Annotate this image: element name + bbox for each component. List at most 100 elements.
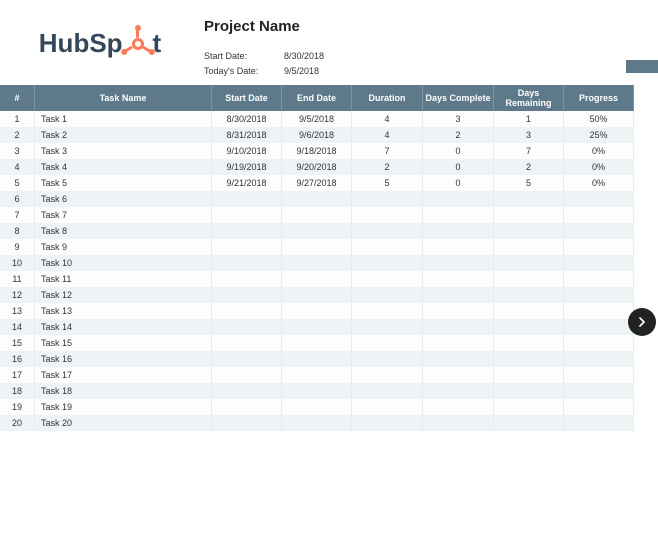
table-row: 13Task 13 [0, 303, 634, 319]
cell-dur [352, 351, 423, 367]
cell-n: 14 [0, 319, 35, 335]
table-row: 17Task 17 [0, 367, 634, 383]
cell-dc [423, 367, 494, 383]
cell-end [282, 207, 352, 223]
cell-start [212, 399, 282, 415]
cell-dur [352, 303, 423, 319]
title-block: Project Name Start Date: 8/30/2018 Today… [200, 10, 344, 79]
cell-dr [494, 367, 564, 383]
cell-dr: 7 [494, 143, 564, 159]
cell-name: Task 3 [35, 143, 212, 159]
cell-dc [423, 319, 494, 335]
col-end: End Date [282, 85, 352, 111]
cell-prog: 25% [564, 127, 634, 143]
table-row: 19Task 19 [0, 399, 634, 415]
cell-end: 9/27/2018 [282, 175, 352, 191]
cell-prog: 0% [564, 175, 634, 191]
cell-name: Task 11 [35, 271, 212, 287]
cell-end [282, 239, 352, 255]
cell-dc [423, 223, 494, 239]
cell-dur [352, 255, 423, 271]
cell-end [282, 319, 352, 335]
cell-end: 9/18/2018 [282, 143, 352, 159]
table-row: 10Task 10 [0, 255, 634, 271]
cell-dur [352, 191, 423, 207]
table-row: 9Task 9 [0, 239, 634, 255]
cell-name: Task 9 [35, 239, 212, 255]
cell-end [282, 191, 352, 207]
cell-dr [494, 223, 564, 239]
cell-prog: 0% [564, 159, 634, 175]
cell-dc [423, 383, 494, 399]
cell-dr: 5 [494, 175, 564, 191]
table-header-row: # Task Name Start Date End Date Duration… [0, 85, 634, 111]
col-daysrem: Days Remaining [494, 85, 564, 111]
cell-prog [564, 271, 634, 287]
cell-dr [494, 255, 564, 271]
table-row: 18Task 18 [0, 383, 634, 399]
cell-dur [352, 415, 423, 431]
cell-dur [352, 239, 423, 255]
cell-dur: 7 [352, 143, 423, 159]
cell-dur [352, 207, 423, 223]
table-row: 11Task 11 [0, 271, 634, 287]
cell-start: 9/21/2018 [212, 175, 282, 191]
cell-start [212, 223, 282, 239]
cell-name: Task 16 [35, 351, 212, 367]
col-taskname: Task Name [35, 85, 212, 111]
cell-dc [423, 191, 494, 207]
cell-end [282, 351, 352, 367]
cell-dr [494, 239, 564, 255]
cell-dr [494, 399, 564, 415]
table-row: 14Task 14 [0, 319, 634, 335]
cell-name: Task 14 [35, 319, 212, 335]
cell-prog [564, 319, 634, 335]
cell-prog [564, 191, 634, 207]
col-index: # [0, 85, 35, 111]
cell-end [282, 303, 352, 319]
today-date-value: 9/5/2018 [284, 64, 344, 79]
cell-dur [352, 383, 423, 399]
cell-prog [564, 351, 634, 367]
cell-start [212, 255, 282, 271]
cell-dc: 3 [423, 111, 494, 127]
cell-name: Task 8 [35, 223, 212, 239]
cell-start [212, 319, 282, 335]
cell-name: Task 1 [35, 111, 212, 127]
cell-start [212, 415, 282, 431]
cell-n: 7 [0, 207, 35, 223]
col-dayscomp: Days Complete [423, 85, 494, 111]
cell-prog [564, 255, 634, 271]
cell-prog [564, 399, 634, 415]
cell-name: Task 20 [35, 415, 212, 431]
cell-dc [423, 335, 494, 351]
cell-n: 11 [0, 271, 35, 287]
cell-dur [352, 223, 423, 239]
cell-dc [423, 303, 494, 319]
cell-dur: 2 [352, 159, 423, 175]
cell-end [282, 287, 352, 303]
cell-dr: 2 [494, 159, 564, 175]
cell-n: 13 [0, 303, 35, 319]
cell-dc: 2 [423, 127, 494, 143]
cell-start [212, 239, 282, 255]
cell-dc: 0 [423, 159, 494, 175]
cell-prog [564, 367, 634, 383]
cell-prog [564, 415, 634, 431]
next-button[interactable] [628, 308, 656, 336]
logo-text-left: HubSp [39, 28, 123, 59]
cell-n: 19 [0, 399, 35, 415]
col-start: Start Date [212, 85, 282, 111]
cell-dc [423, 351, 494, 367]
cell-n: 12 [0, 287, 35, 303]
cell-n: 16 [0, 351, 35, 367]
start-date-value: 8/30/2018 [284, 49, 344, 64]
cell-start: 8/31/2018 [212, 127, 282, 143]
cell-name: Task 17 [35, 367, 212, 383]
cell-dr [494, 207, 564, 223]
cell-start [212, 287, 282, 303]
cell-dr [494, 335, 564, 351]
cell-dc [423, 255, 494, 271]
cell-dur: 5 [352, 175, 423, 191]
cell-prog [564, 383, 634, 399]
